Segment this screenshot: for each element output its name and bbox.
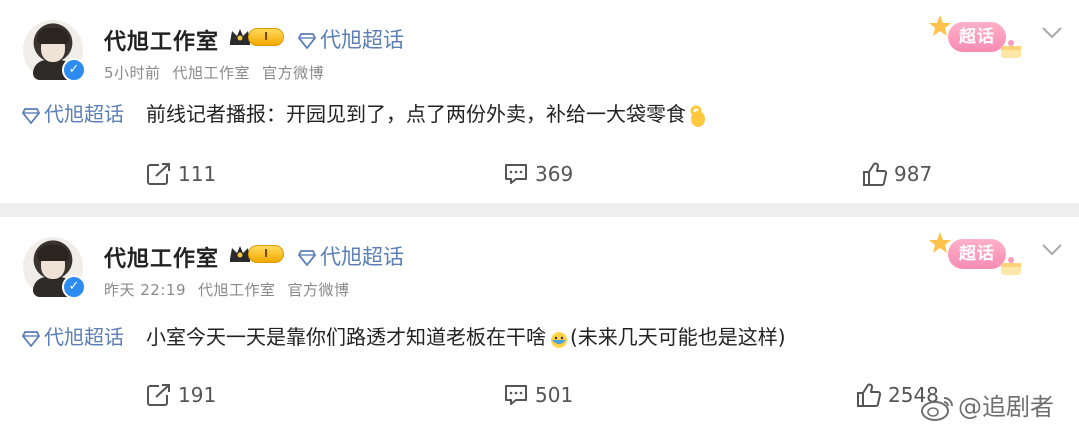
comment-button[interactable]: 501 (503, 379, 573, 411)
post-time: 5小时前 (104, 64, 161, 82)
source-author: 代旭工作室 (198, 281, 276, 299)
weibo-post-2: ✓ 代旭工作室 I 代旭超话 昨天 22:19 代旭工作室 官方微博 超话 代旭超话… (0, 217, 1079, 431)
content-topic-label: 代旭超话 (44, 102, 124, 126)
like-button[interactable]: 987 (862, 158, 932, 190)
share-button[interactable]: 111 (146, 158, 216, 190)
content-topic-label: 代旭超话 (44, 325, 124, 349)
supertopic-link[interactable]: 代旭超话 (298, 241, 404, 271)
post-meta: 5小时前 代旭工作室 官方微博 (104, 62, 336, 83)
like-count: 987 (894, 162, 933, 186)
post-time: 昨天 22:19 (104, 281, 186, 299)
verified-badge-icon: ✓ (62, 58, 86, 82)
comment-button[interactable]: 369 (503, 158, 573, 190)
share-count: 191 (178, 383, 217, 407)
level-badge: I (248, 28, 284, 46)
post-divider (0, 203, 1079, 217)
member-crown-icon: I (228, 25, 284, 47)
author-avatar[interactable]: ✓ (23, 237, 86, 299)
watermark: @追剧者 (920, 387, 1054, 422)
diamond-icon (298, 250, 316, 266)
comment-icon (505, 164, 527, 184)
share-count: 111 (178, 162, 217, 186)
comment-count: 501 (535, 383, 574, 407)
chevron-down-icon[interactable] (1040, 239, 1064, 259)
diamond-icon (22, 330, 40, 347)
author-name[interactable]: 代旭工作室 (104, 24, 219, 56)
share-icon (147, 384, 170, 406)
level-badge: I (248, 245, 284, 263)
member-crown-icon: I (228, 242, 284, 264)
sweat-face-icon (551, 331, 567, 348)
supertopic-label: 代旭超话 (320, 245, 404, 269)
share-icon (147, 163, 170, 185)
content-text: 前线记者播报：开园见到了，点了两份外卖，补给一大袋零食 (146, 102, 686, 126)
verified-badge-icon: ✓ (62, 275, 86, 299)
watermark-text: @追剧者 (958, 393, 1054, 421)
thumbs-up-icon (863, 162, 888, 186)
supertopic-link[interactable]: 代旭超话 (298, 24, 404, 54)
post-content: 代旭超话 小室今天一天是靠你们路透才知道老板在干啥 (未来几天可能也是这样) (22, 321, 786, 350)
diamond-icon (22, 107, 40, 124)
content-topic-link[interactable]: 代旭超话 (22, 102, 124, 126)
cake-icon (1001, 257, 1021, 275)
action-bar: 111 369 987 (0, 158, 1079, 190)
weibo-logo-icon (921, 397, 953, 421)
content-topic-link[interactable]: 代旭超话 (22, 325, 124, 349)
source-type: 官方微博 (262, 64, 325, 82)
author-avatar[interactable]: ✓ (23, 20, 86, 82)
comment-icon (505, 385, 527, 405)
supertopic-badge[interactable]: 超话 (928, 231, 1028, 277)
supertopic-label: 代旭超话 (320, 28, 404, 52)
share-button[interactable]: 191 (146, 379, 216, 411)
author-name[interactable]: 代旭工作室 (104, 241, 219, 273)
cake-icon (1001, 40, 1021, 58)
weibo-post-1: ✓ 代旭工作室 I 代旭超话 5小时前 代旭工作室 官方微博 超话 代旭超话 前线记者… (0, 0, 1079, 203)
action-bar: 191 501 2548 (0, 379, 1079, 411)
ok-hand-icon (690, 105, 705, 127)
comment-count: 369 (535, 162, 574, 186)
diamond-icon (298, 33, 316, 49)
post-meta: 昨天 22:19 代旭工作室 官方微博 (104, 279, 362, 300)
content-text-note: (未来几天可能也是这样) (570, 325, 786, 349)
thumbs-up-icon (857, 383, 882, 407)
supertopic-badge[interactable]: 超话 (928, 14, 1028, 60)
content-text: 小室今天一天是靠你们路透才知道老板在干啥 (146, 325, 546, 349)
source-author: 代旭工作室 (172, 64, 251, 82)
chevron-down-icon[interactable] (1040, 22, 1064, 42)
source-type: 官方微博 (287, 281, 350, 299)
post-content: 代旭超话 前线记者播报：开园见到了，点了两份外卖，补给一大袋零食 (22, 98, 708, 128)
